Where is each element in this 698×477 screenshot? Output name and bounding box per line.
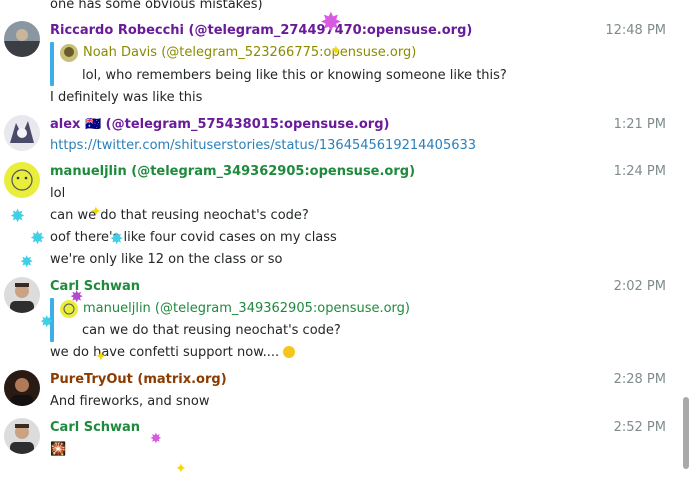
message-text: oof there's like four covid cases on my … [50, 230, 337, 245]
message-link[interactable]: https://twitter.com/shituserstories/stat… [50, 138, 476, 153]
message-author[interactable]: Riccardo Robecchi (@telegram_274497470:o… [50, 22, 472, 40]
reply-avatar [60, 300, 78, 318]
message-timestamp: 1:21 PM [613, 117, 666, 132]
reply-author[interactable]: manueljlin (@telegram_349362905:opensuse… [83, 300, 410, 318]
message-link-container: https://twitter.com/shituserstories/stat… [50, 137, 476, 155]
confetti-particle: ✸ [20, 252, 34, 271]
message-author[interactable]: alex 🇦🇺 (@telegram_575438015:opensuse.or… [50, 116, 389, 134]
message-timestamp: 1:24 PM [613, 164, 666, 179]
message-text: can we do that reusing neochat's code? [50, 208, 309, 223]
reply-author[interactable]: Noah Davis (@telegram_523266775:opensuse… [83, 44, 416, 62]
message-text: one has some obvious mistakes) [50, 0, 263, 12]
confetti-particle: ✸ [150, 431, 162, 447]
message-text: lol [50, 186, 66, 201]
message-author[interactable]: PureTryOut (matrix.org) [50, 371, 227, 389]
message-text: I definitely was like this [50, 90, 203, 105]
message-timestamp: 2:52 PM [613, 420, 666, 435]
message-timestamp: 2:28 PM [613, 372, 666, 387]
confetti-particle: ✸ [30, 228, 46, 249]
message-author[interactable]: manueljlin (@telegram_349362905:opensuse… [50, 163, 415, 181]
sparkler-icon: 🎇 [50, 442, 67, 457]
scrollbar-thumb[interactable] [683, 397, 689, 469]
confetti-particle: ✸ [10, 206, 26, 227]
message-text-row: we do have confetti support now.... [50, 344, 296, 362]
confetti-particle: ✦ [175, 461, 187, 477]
message-text: we do have confetti support now.... [50, 345, 280, 360]
message-author[interactable]: Carl Schwan [50, 278, 140, 296]
reply-quote-bar [50, 42, 54, 86]
reply-quote-bar [50, 298, 54, 342]
avatar[interactable] [4, 115, 40, 151]
avatar[interactable] [4, 162, 40, 198]
message-timestamp: 12:48 PM [605, 23, 666, 38]
reply-text: lol, who remembers being like this or kn… [82, 68, 507, 83]
message-timestamp: 2:02 PM [613, 279, 666, 294]
message-text: we're only like 12 on the class or so [50, 252, 283, 267]
avatar[interactable] [4, 277, 40, 313]
message-text: And fireworks, and snow [50, 394, 210, 409]
avatar[interactable] [4, 21, 40, 57]
thinking-face-icon [283, 346, 296, 358]
message-timeline[interactable]: one has some obvious mistakes) Riccardo … [0, 0, 686, 477]
message-author[interactable]: Carl Schwan [50, 419, 140, 437]
reply-avatar [60, 44, 78, 62]
avatar[interactable] [4, 418, 40, 454]
reply-text: can we do that reusing neochat's code? [82, 323, 341, 338]
avatar[interactable] [4, 370, 40, 406]
